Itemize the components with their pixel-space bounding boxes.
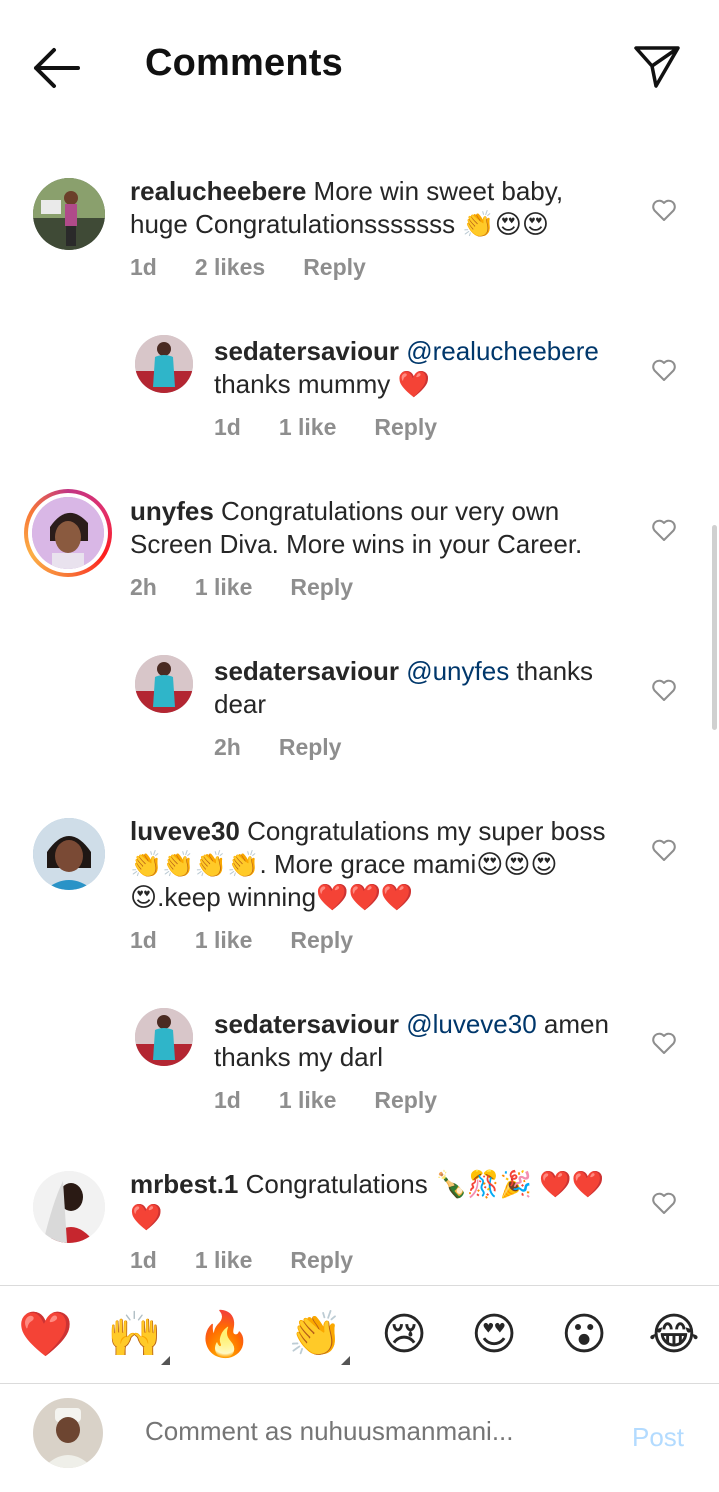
avatar-image: [32, 497, 104, 569]
comment-username[interactable]: sedatersaviour: [214, 656, 399, 686]
fire-emoji-button[interactable]: 🔥: [197, 1308, 252, 1362]
comment-meta: 1d 1 like Reply: [130, 927, 391, 954]
surprised-face-emoji-button[interactable]: 😮: [557, 1308, 611, 1362]
comment-likes[interactable]: 1 like: [195, 1247, 253, 1273]
comment-text: luveve30 Congratulations my super boss👏👏…: [130, 815, 620, 914]
comment-time: 2h: [130, 574, 157, 600]
raising-hands-emoji-button[interactable]: 🙌: [107, 1308, 162, 1362]
avatar-image: [135, 655, 193, 713]
comment-time: 1d: [214, 1087, 241, 1113]
heart-icon[interactable]: [651, 358, 677, 382]
arrow-left-icon[interactable]: [30, 44, 82, 92]
comment-mention[interactable]: @realucheebere: [399, 336, 599, 366]
avatar: [32, 497, 104, 569]
header-bar: Comments: [0, 0, 719, 135]
comment-username[interactable]: sedatersaviour: [214, 336, 399, 366]
comment-text: realucheebere More win sweet baby, huge …: [130, 175, 620, 241]
emoji-reaction-bar: ❤️ 🙌 🔥 👏 😢 😍 😮 😂: [0, 1285, 719, 1384]
reply-button[interactable]: Reply: [374, 414, 437, 440]
reply-button[interactable]: Reply: [290, 574, 353, 600]
heart-icon[interactable]: [651, 1191, 677, 1215]
avatar-image: [135, 1008, 193, 1066]
comment-username[interactable]: mrbest.1: [130, 1169, 238, 1199]
comment-likes[interactable]: 1 like: [279, 1087, 337, 1113]
avatar-image: [33, 818, 105, 890]
heart-icon[interactable]: [651, 198, 677, 222]
skin-tone-indicator-icon: [341, 1356, 350, 1365]
laughing-face-emoji-button[interactable]: 😂: [647, 1308, 701, 1362]
avatar[interactable]: [135, 335, 193, 393]
comment-text: sedatersaviour @luveve30 amen thanks my …: [214, 1008, 624, 1074]
post-button[interactable]: Post: [632, 1422, 684, 1453]
avatar[interactable]: [33, 178, 105, 250]
comment-meta: 2h 1 like Reply: [130, 574, 391, 601]
comment-time: 1d: [214, 414, 241, 440]
reply-button[interactable]: Reply: [374, 1087, 437, 1113]
reply-button[interactable]: Reply: [279, 734, 342, 760]
comment-time: 1d: [130, 927, 157, 953]
reply-button[interactable]: Reply: [290, 927, 353, 953]
avatar[interactable]: [135, 655, 193, 713]
comment-meta: 2h Reply: [214, 734, 379, 761]
comment-text: mrbest.1 Congratulations 🍾🎊🎉 ❤️❤️❤️: [130, 1168, 620, 1234]
comment-username[interactable]: sedatersaviour: [214, 1009, 399, 1039]
scrollbar[interactable]: [712, 525, 717, 730]
comment-text: sedatersaviour @realucheebere thanks mum…: [214, 335, 624, 401]
reply-button[interactable]: Reply: [303, 254, 366, 280]
heart-icon[interactable]: [651, 518, 677, 542]
heart-icon[interactable]: [651, 838, 677, 862]
comment-input-bar: Post: [0, 1383, 719, 1492]
comment-text: sedatersaviour @unyfes thanks dear: [214, 655, 624, 721]
heart-icon[interactable]: [651, 678, 677, 702]
comment-meta: 1d 1 like Reply: [130, 1247, 391, 1274]
avatar[interactable]: [135, 1008, 193, 1066]
clapping-hands-emoji-button[interactable]: 👏: [288, 1308, 343, 1362]
avatar-image: [135, 335, 193, 393]
heart-emoji-button[interactable]: ❤️: [18, 1308, 73, 1362]
comment-body: thanks mummy ❤️: [214, 369, 430, 399]
comment-text: unyfes Congratulations our very own Scre…: [130, 495, 620, 561]
comment-likes[interactable]: 2 likes: [195, 254, 265, 280]
comment-mention[interactable]: @unyfes: [399, 656, 509, 686]
page-title: Comments: [145, 42, 343, 84]
comment-time: 2h: [214, 734, 241, 760]
comment-meta: 1d 1 like Reply: [214, 1087, 475, 1114]
comment-time: 1d: [130, 254, 157, 280]
comment-meta: 1d 1 like Reply: [214, 414, 475, 441]
crying-face-emoji-button[interactable]: 😢: [377, 1308, 431, 1362]
story-ring[interactable]: [24, 489, 112, 577]
comment-username[interactable]: realucheebere: [130, 176, 306, 206]
avatar[interactable]: [33, 818, 105, 890]
comment-time: 1d: [130, 1247, 157, 1273]
comment-username[interactable]: unyfes: [130, 496, 214, 526]
comment-meta: 1d 2 likes Reply: [130, 254, 404, 281]
comment-username[interactable]: luveve30: [130, 816, 240, 846]
comments-list[interactable]: realucheebere More win sweet baby, huge …: [0, 135, 719, 1285]
heart-icon[interactable]: [651, 1031, 677, 1055]
skin-tone-indicator-icon: [161, 1356, 170, 1365]
avatar-image: [33, 1398, 103, 1468]
comment-likes[interactable]: 1 like: [195, 574, 253, 600]
avatar-image: [33, 178, 105, 250]
avatar[interactable]: [33, 1171, 105, 1243]
reply-button[interactable]: Reply: [290, 1247, 353, 1273]
comment-likes[interactable]: 1 like: [195, 927, 253, 953]
avatar-image: [33, 1171, 105, 1243]
comment-mention[interactable]: @luveve30: [399, 1009, 536, 1039]
comment-likes[interactable]: 1 like: [279, 414, 337, 440]
comment-input[interactable]: [145, 1416, 605, 1447]
current-user-avatar: [33, 1398, 103, 1468]
heart-eyes-emoji-button[interactable]: 😍: [467, 1308, 521, 1362]
paper-plane-icon[interactable]: [632, 42, 682, 92]
